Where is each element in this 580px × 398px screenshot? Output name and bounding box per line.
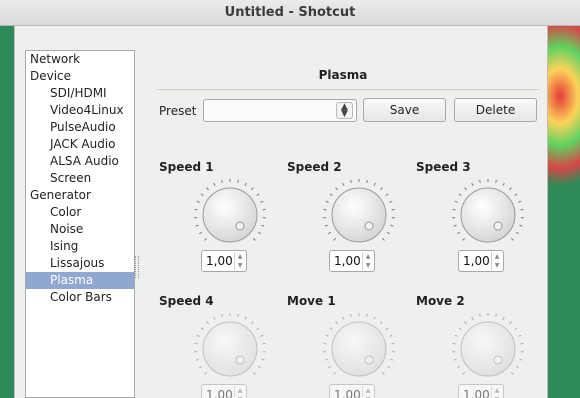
preset-combobox[interactable]: ▲ ▼ [203,99,357,122]
tree-item[interactable]: Color Bars [26,289,134,306]
move1-spinbox[interactable]: 1,00 ▲▼ [329,384,375,398]
move1-dial[interactable] [322,312,396,386]
tree-item[interactable]: Video4Linux [26,102,134,119]
speed3-label: Speed 3 [416,160,471,174]
spin-arrows-icon[interactable]: ▲▼ [491,252,502,270]
window-title: Untitled - Shotcut [0,0,580,26]
dial-icon [323,179,395,243]
panel-title: Plasma [318,68,368,82]
plasma-settings-panel: Plasma Preset ▲ ▼ Save Delete Speed 1 Spe… [145,50,541,398]
speed2-value: 1,00 [334,254,361,268]
dial-icon [194,179,266,243]
speed4-value: 1,00 [206,388,233,398]
speed1-spinbox[interactable]: 1,00 ▲ ▼ [201,250,247,272]
tree-item[interactable]: Generator [26,187,134,204]
tree-item[interactable]: PulseAudio [26,119,134,136]
tree-item[interactable]: Plasma [26,272,134,289]
tree-item[interactable]: Noise [26,221,134,238]
spin-arrows-icon[interactable]: ▲▼ [362,252,373,270]
dial-icon [452,313,524,377]
tree-item[interactable]: Device [26,68,134,85]
tree-item[interactable]: Color [26,204,134,221]
tree-item[interactable]: Ising [26,238,134,255]
preset-label: Preset [159,104,197,118]
speed4-spinbox[interactable]: 1,00 ▲▼ [201,384,247,398]
speed4-label: Speed 4 [159,294,214,308]
save-preset-button[interactable]: Save [363,98,446,122]
delete-preset-button[interactable]: Delete [454,98,537,122]
speed2-spinbox[interactable]: 1,00 ▲ ▼ [329,250,375,272]
move2-dial[interactable] [451,312,525,386]
speed1-label: Speed 1 [159,160,214,174]
move2-value: 1,00 [463,388,490,398]
speed1-dial[interactable] [193,178,267,252]
tree-item[interactable]: Lissajous [26,255,134,272]
speed3-dial[interactable] [451,178,525,252]
spin-arrows-icon[interactable]: ▲▼ [491,386,502,398]
speed4-dial[interactable] [193,312,267,386]
title-separator [157,89,539,90]
speed3-spinbox[interactable]: 1,00 ▲ ▼ [458,250,504,272]
move2-spinbox[interactable]: 1,00 ▲▼ [458,384,504,398]
tree-item[interactable]: ALSA Audio [26,153,134,170]
move1-value: 1,00 [334,388,361,398]
speed1-value: 1,00 [206,254,233,268]
move1-label: Move 1 [287,294,336,308]
tree-item[interactable]: SDI/HDMI [26,85,134,102]
speed2-label: Speed 2 [287,160,342,174]
spin-arrows-icon[interactable]: ▲▼ [234,386,245,398]
speed2-dial[interactable] [322,178,396,252]
speed3-value: 1,00 [463,254,490,268]
tree-item[interactable]: Network [26,51,134,68]
move2-label: Move 2 [416,294,465,308]
dial-icon [452,179,524,243]
source-tree[interactable]: Network Device SDI/HDMI Video4Linux PulseAud… [25,50,135,398]
open-other-dialog: Network Device SDI/HDMI Video4Linux PulseAud… [14,26,548,398]
dial-icon [323,313,395,377]
spin-arrows-icon[interactable]: ▲▼ [362,386,373,398]
tree-item[interactable]: Screen [26,170,134,187]
spin-arrows-icon[interactable]: ▲▼ [234,252,245,270]
updown-arrows-icon: ▲ ▼ [336,102,353,119]
tree-item[interactable]: JACK Audio [26,136,134,153]
splitter-handle[interactable] [135,256,139,278]
dial-icon [194,313,266,377]
